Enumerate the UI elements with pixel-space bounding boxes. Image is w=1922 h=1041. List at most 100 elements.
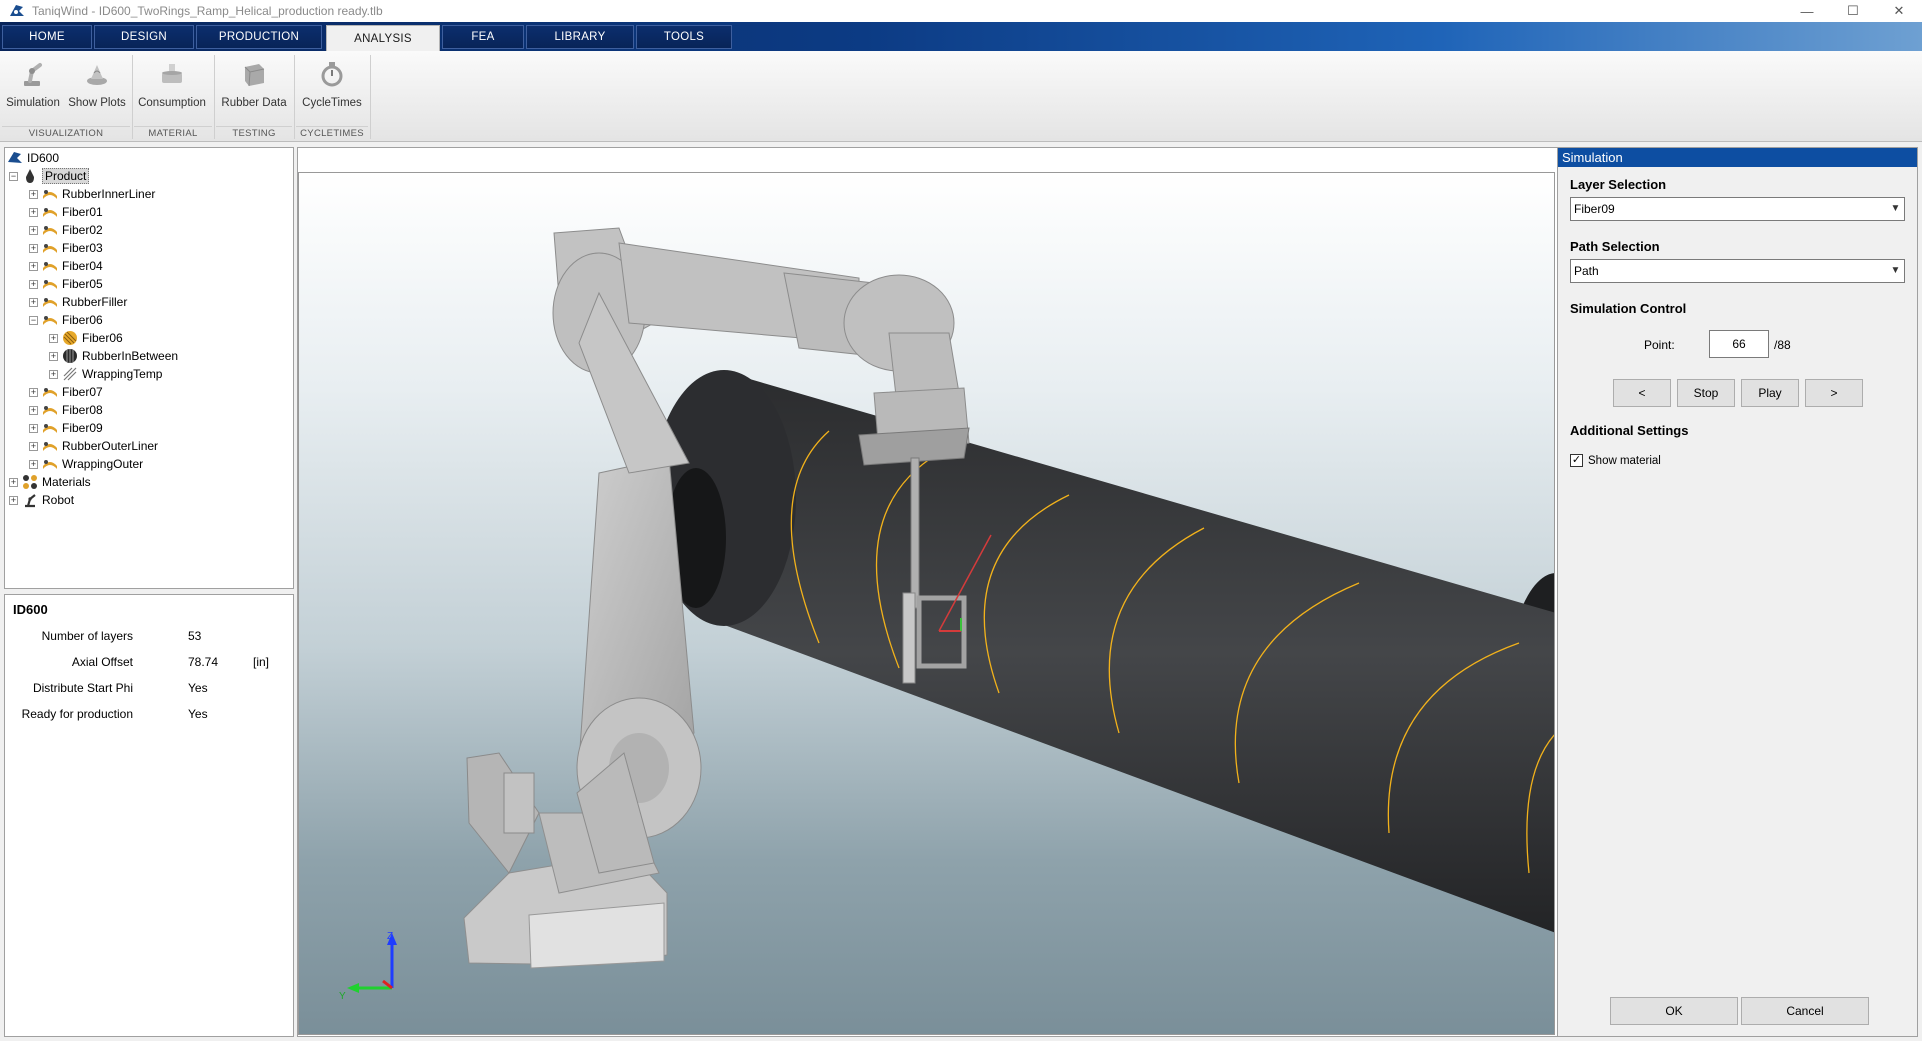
tree-item-fiber06[interactable]: − Fiber06: [29, 311, 103, 329]
tree-root[interactable]: ID600: [7, 149, 59, 167]
play-button[interactable]: Play: [1741, 379, 1799, 407]
next-point-button[interactable]: >: [1805, 379, 1863, 407]
tree-item-fiber07[interactable]: + Fiber07: [29, 383, 103, 401]
layer-selection-dropdown[interactable]: Fiber09 ▼: [1570, 197, 1905, 221]
tree-item-product[interactable]: − Product: [9, 167, 90, 185]
tree-item-label: RubberOuterLiner: [62, 439, 159, 453]
tree-item-label: RubberFiller: [62, 295, 128, 309]
expand-icon[interactable]: +: [29, 243, 38, 253]
expand-icon[interactable]: +: [29, 261, 38, 271]
cancel-button[interactable]: Cancel: [1741, 997, 1869, 1025]
expand-icon[interactable]: +: [49, 351, 58, 361]
cycletimes-button-label: CycleTimes: [302, 97, 362, 109]
window-title: TaniqWind - ID600_TwoRings_Ramp_Helical_…: [32, 4, 383, 18]
property-row: Number of layers 53: [5, 629, 293, 649]
tree-item-label: Fiber06: [62, 313, 103, 327]
collapse-icon[interactable]: −: [29, 315, 38, 325]
tab-production[interactable]: PRODUCTION: [196, 25, 322, 49]
property-key: Axial Offset: [71, 655, 133, 669]
project-root-icon: [8, 152, 22, 163]
group-label-material: MATERIAL: [134, 126, 212, 141]
checkmark-icon[interactable]: ✓: [1570, 454, 1583, 467]
point-total: /88: [1774, 338, 1791, 352]
expand-icon[interactable]: +: [9, 495, 18, 505]
path-selection-dropdown[interactable]: Path ▼: [1570, 259, 1905, 283]
point-input[interactable]: 66: [1709, 330, 1769, 358]
expand-icon[interactable]: +: [29, 441, 38, 451]
tree-item-fiber02[interactable]: + Fiber02: [29, 221, 103, 239]
mandrel-tube: [652, 370, 1554, 933]
expand-icon[interactable]: +: [49, 369, 58, 379]
expand-icon[interactable]: +: [49, 333, 58, 343]
minimize-button[interactable]: —: [1784, 0, 1830, 22]
expand-icon[interactable]: +: [29, 189, 38, 199]
tree-item-rubberinbetween[interactable]: + RubberInBetween: [49, 347, 178, 365]
close-button[interactable]: ✕: [1876, 0, 1922, 22]
chevron-down-icon[interactable]: ▼: [1887, 198, 1904, 220]
show-plots-button[interactable]: Show Plots: [64, 59, 130, 119]
project-tree[interactable]: ID600 − Product + RubberInnerLiner + Fib…: [4, 147, 294, 589]
expand-icon[interactable]: +: [29, 225, 38, 235]
expand-icon[interactable]: +: [29, 297, 38, 307]
tree-item-label: Product: [42, 168, 90, 184]
tree-item-label: Robot: [42, 493, 75, 507]
expand-icon[interactable]: +: [29, 207, 38, 217]
tree-item-fiber06-sub[interactable]: + Fiber06: [49, 329, 123, 347]
tree-item-fiber03[interactable]: + Fiber03: [29, 239, 103, 257]
tree-item-label: WrappingOuter: [62, 457, 144, 471]
tree-item-label: Fiber03: [62, 241, 103, 255]
ok-button[interactable]: OK: [1610, 997, 1738, 1025]
tab-analysis[interactable]: ANALYSIS: [326, 25, 440, 52]
show-plots-button-label: Show Plots: [68, 97, 126, 109]
tree-item-materials[interactable]: + Materials: [9, 473, 91, 491]
tree-item-fiber04[interactable]: + Fiber04: [29, 257, 103, 275]
tree-item-fiber05[interactable]: + Fiber05: [29, 275, 103, 293]
ribbon-separator: [214, 55, 215, 139]
previous-point-button[interactable]: <: [1613, 379, 1671, 407]
fiber-layer-icon: [43, 424, 57, 433]
property-unit: [in]: [253, 655, 270, 669]
properties-title: ID600: [13, 602, 48, 617]
tree-item-rubberouterliner[interactable]: + RubberOuterLiner: [29, 437, 158, 455]
chevron-down-icon[interactable]: ▼: [1887, 260, 1904, 282]
expand-icon[interactable]: +: [29, 387, 38, 397]
rubber-layer-icon: [43, 298, 57, 307]
tree-item-label: Fiber08: [62, 403, 103, 417]
cycletimes-button[interactable]: CycleTimes: [298, 59, 366, 119]
tab-fea[interactable]: FEA: [442, 25, 524, 49]
tree-item-rubberfiller[interactable]: + RubberFiller: [29, 293, 127, 311]
tree-item-fiber08[interactable]: + Fiber08: [29, 401, 103, 419]
expand-icon[interactable]: +: [29, 279, 38, 289]
tree-item-rubberinnerliner[interactable]: + RubberInnerLiner: [29, 185, 155, 203]
expand-icon[interactable]: +: [29, 405, 38, 415]
tree-item-robot[interactable]: + Robot: [9, 491, 74, 509]
show-material-checkbox[interactable]: ✓ Show material: [1570, 454, 1661, 467]
expand-icon[interactable]: +: [9, 477, 18, 487]
expand-icon[interactable]: +: [29, 423, 38, 433]
show-material-label: Show material: [1588, 454, 1661, 467]
ribbon-panel: Simulation Show Plots Consumption Rubber…: [0, 51, 1922, 142]
materials-icon: [23, 475, 37, 489]
rubber-data-button[interactable]: Rubber Data: [218, 59, 290, 119]
tree-root-label: ID600: [27, 151, 60, 165]
wrapping-icon: [63, 367, 77, 381]
tree-item-wrappingouter[interactable]: + WrappingOuter: [29, 455, 143, 473]
expand-icon[interactable]: +: [29, 459, 38, 469]
additional-settings-title: Additional Settings: [1570, 423, 1689, 438]
tab-home[interactable]: HOME: [2, 25, 92, 49]
ribbon-separator: [132, 55, 133, 139]
tab-tools[interactable]: TOOLS: [636, 25, 732, 49]
tree-item-fiber09[interactable]: + Fiber09: [29, 419, 103, 437]
simulation-button[interactable]: Simulation: [4, 59, 62, 119]
tab-library[interactable]: LIBRARY: [526, 25, 634, 49]
maximize-button[interactable]: ☐: [1830, 0, 1876, 22]
consumption-button[interactable]: Consumption: [134, 59, 210, 119]
tree-item-fiber01[interactable]: + Fiber01: [29, 203, 103, 221]
tab-design[interactable]: DESIGN: [94, 25, 194, 49]
tree-item-label: Fiber06: [82, 331, 123, 345]
tree-item-label: RubberInnerLiner: [62, 187, 156, 201]
tree-item-wrappingtemp[interactable]: + WrappingTemp: [49, 365, 162, 383]
stop-button[interactable]: Stop: [1677, 379, 1735, 407]
3d-viewport[interactable]: Z Y: [298, 172, 1555, 1035]
collapse-icon[interactable]: −: [9, 171, 18, 181]
